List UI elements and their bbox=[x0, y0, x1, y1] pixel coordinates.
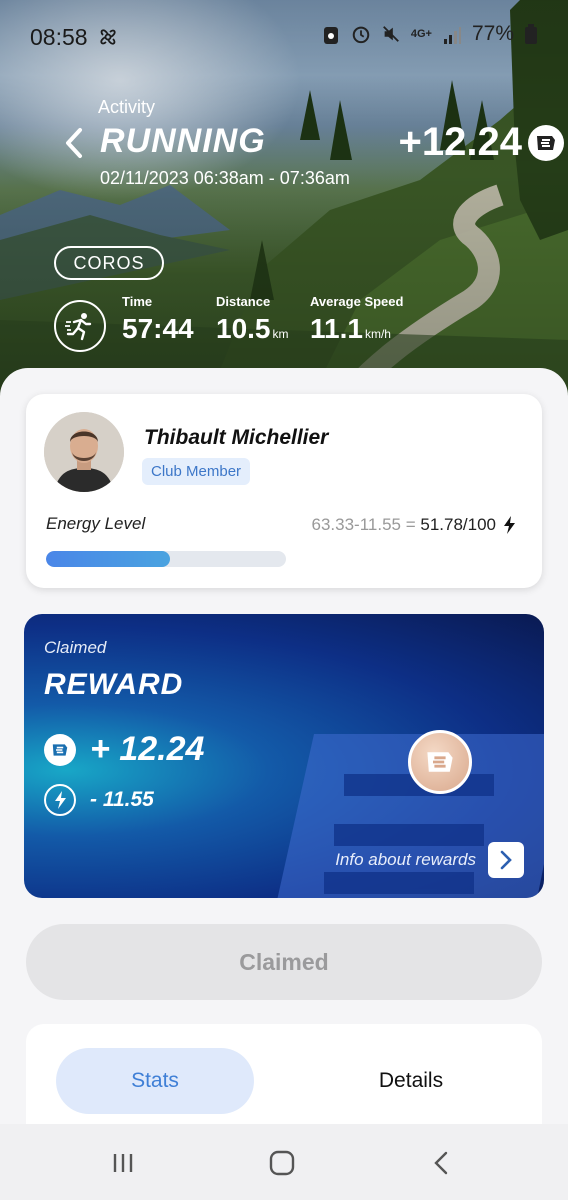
status-time: 08:58 bbox=[30, 24, 88, 50]
header-reward-amount: +12.24 bbox=[398, 120, 522, 164]
tab-details[interactable]: Details bbox=[326, 1048, 496, 1114]
claimed-button[interactable]: Claimed bbox=[26, 924, 542, 1000]
system-nav-bar bbox=[0, 1124, 568, 1200]
mute-icon bbox=[382, 26, 399, 42]
token-icon bbox=[44, 734, 76, 766]
battery-percent: 77% bbox=[471, 22, 514, 45]
energy-calculation: 63.33-11.55 = 51.78/100 bbox=[312, 515, 497, 535]
token-coin-icon bbox=[528, 125, 564, 161]
token-coin-icon bbox=[408, 730, 472, 794]
stat-time-label: Time bbox=[122, 294, 153, 309]
activity-date-range: 02/11/2023 06:38am - 07:36am bbox=[100, 168, 350, 188]
lock-icon bbox=[323, 27, 338, 44]
energy-bolt-icon bbox=[44, 784, 76, 816]
energy-progress-fill bbox=[46, 551, 171, 567]
reward-energy-spent: - 11.55 bbox=[90, 788, 154, 811]
user-name: Thibault Michellier bbox=[144, 426, 329, 449]
reward-card: Claimed REWARD + 12.24 - 11.55 Info abou… bbox=[24, 614, 544, 898]
reward-status-label: Claimed bbox=[44, 638, 107, 657]
fan-icon bbox=[100, 29, 116, 45]
avatar bbox=[44, 412, 124, 492]
info-about-rewards-link[interactable]: Info about rewards bbox=[335, 850, 476, 870]
source-badge: COROS bbox=[54, 246, 164, 280]
stat-distance-unit: km bbox=[272, 327, 289, 341]
energy-progress-bar bbox=[46, 551, 286, 567]
reward-title: REWARD bbox=[44, 668, 184, 701]
stat-speed-unit: km/h bbox=[364, 327, 391, 341]
status-bar: 08:58 4G+ 77% bbox=[0, 0, 568, 72]
home-icon[interactable] bbox=[267, 1148, 297, 1178]
section-label: Activity bbox=[98, 97, 156, 117]
energy-result: 51.78/100 bbox=[420, 515, 496, 534]
stat-time: Time 57:44 bbox=[122, 294, 194, 345]
energy-level-label: Energy Level bbox=[46, 514, 146, 533]
tabs-card: Stats Details bbox=[26, 1024, 542, 1134]
page-title: RUNNING bbox=[100, 122, 266, 160]
back-arrow-icon[interactable] bbox=[60, 126, 88, 160]
club-member-badge: Club Member bbox=[142, 458, 251, 485]
stat-distance-value: 10.5 bbox=[216, 313, 271, 344]
tab-stats[interactable]: Stats bbox=[56, 1048, 254, 1114]
lightning-icon bbox=[504, 516, 515, 534]
stat-speed: Average Speed 11.1 km/h bbox=[310, 294, 403, 345]
network-type: 4G+ bbox=[410, 28, 432, 40]
stat-distance-label: Distance bbox=[216, 294, 271, 309]
chevron-right-icon bbox=[500, 850, 512, 870]
running-icon bbox=[54, 300, 106, 352]
energy-formula: 63.33-11.55 = bbox=[311, 515, 421, 534]
profile-card: Thibault Michellier Club Member Energy L… bbox=[26, 394, 542, 588]
alarm-icon bbox=[352, 26, 370, 44]
reward-earned-value: + 12.24 bbox=[90, 730, 205, 768]
stat-time-value: 57:44 bbox=[122, 313, 194, 344]
recent-apps-icon[interactable] bbox=[108, 1148, 138, 1178]
stat-speed-value: 11.1 bbox=[310, 313, 363, 344]
stat-speed-label: Average Speed bbox=[310, 294, 404, 309]
system-back-icon[interactable] bbox=[426, 1148, 456, 1178]
info-rewards-button[interactable] bbox=[488, 842, 524, 878]
battery-icon bbox=[525, 24, 537, 44]
signal-icon bbox=[443, 27, 461, 44]
stat-distance: Distance 10.5 km bbox=[216, 294, 289, 345]
